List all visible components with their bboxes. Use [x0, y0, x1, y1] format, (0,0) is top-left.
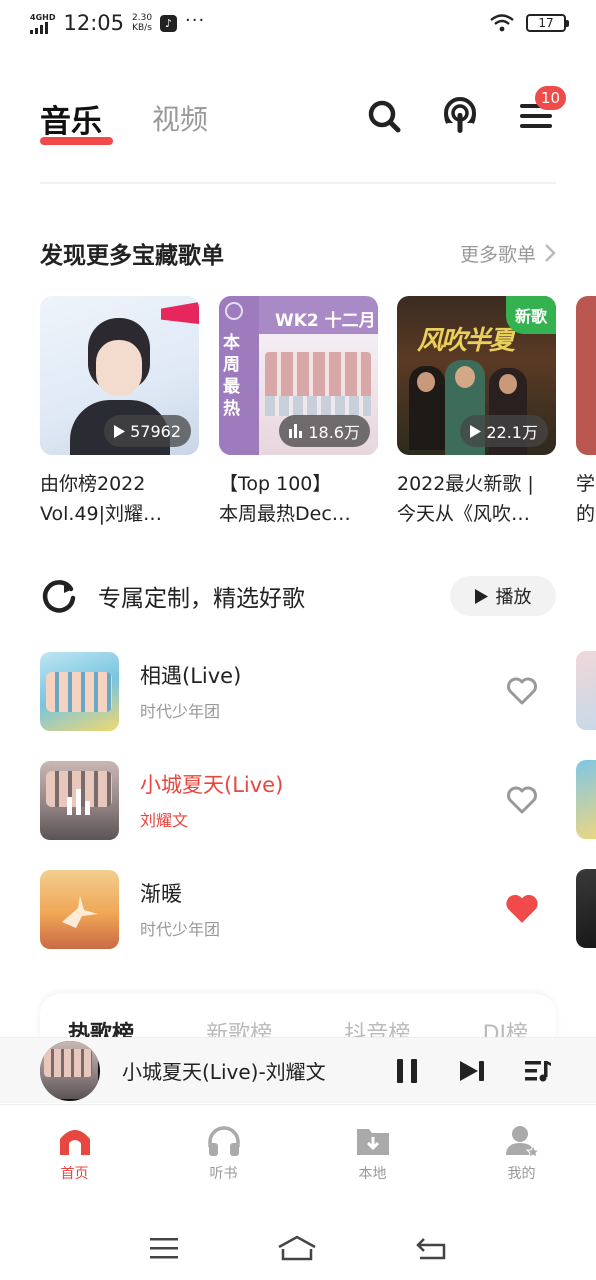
playlist-card[interactable]: 风吹半夏 新歌 22.1万 2022最火新歌 | 今天从《风吹…	[397, 296, 556, 529]
network-speed: 2.30 KB/s	[132, 13, 153, 33]
song-title: 小城夏天(Live)	[140, 773, 284, 797]
heart-outline-icon	[507, 677, 537, 705]
nav-audiobook[interactable]: 听书	[149, 1105, 298, 1204]
active-tab-indicator	[40, 137, 113, 145]
song-row-playing[interactable]: 小城夏天(Live) 刘耀文	[40, 760, 556, 840]
home-icon	[59, 1130, 90, 1155]
song-row[interactable]: 相遇(Live) 时代少年团	[40, 651, 556, 731]
podcast-icon	[444, 97, 476, 135]
menu-button[interactable]: 10	[516, 86, 566, 136]
header-divider	[40, 182, 556, 184]
status-bar: 4GHD 12:05 2.30 KB/s ♪ ··· 17	[0, 0, 596, 46]
listen-recognize-button[interactable]	[440, 96, 480, 136]
search-icon	[368, 100, 401, 133]
user-icon	[505, 1126, 540, 1157]
playlist-card[interactable]: 57962 由你榜2022 Vol.49|刘耀…	[40, 296, 199, 529]
play-icon	[474, 588, 488, 604]
song-cover	[40, 651, 119, 731]
pause-icon	[397, 1059, 417, 1083]
song-title: 渐暖	[140, 882, 182, 906]
song-cover-peek	[576, 869, 596, 948]
refresh-icon[interactable]	[40, 577, 78, 615]
pause-button[interactable]	[391, 1055, 423, 1087]
heart-filled-icon	[506, 894, 538, 923]
nav-local[interactable]: 本地	[298, 1105, 447, 1204]
discover-section-header: 发现更多宝藏歌单 更多歌单	[40, 236, 556, 270]
song-title: 相遇(Live)	[140, 664, 242, 688]
play-icon	[114, 424, 126, 438]
tab-video[interactable]: 视频	[152, 98, 208, 138]
search-button[interactable]	[364, 96, 404, 136]
tab-music[interactable]: 音乐	[40, 96, 102, 141]
like-button[interactable]	[502, 780, 542, 820]
cover-heading-text: WK2 十二月	[275, 311, 376, 331]
playlist-card[interactable]: 学 的	[576, 296, 596, 529]
headphones-icon	[207, 1126, 240, 1156]
next-button[interactable]	[456, 1055, 488, 1087]
song-cover	[40, 760, 119, 840]
play-all-button[interactable]: 播放	[450, 576, 556, 616]
playlist-title: 2022最火新歌 | 今天从《风吹…	[397, 473, 534, 525]
song-artist: 时代少年团	[140, 920, 221, 939]
clock: 12:05	[63, 11, 124, 35]
play-icon	[470, 424, 482, 438]
wifi-icon	[490, 14, 514, 32]
notification-badge: 10	[534, 86, 566, 110]
play-count-badge: 22.1万	[460, 415, 548, 447]
play-count-badge: 18.6万	[279, 415, 370, 447]
playlist-cover: 风吹半夏 新歌 22.1万	[397, 296, 556, 455]
playlist-cover	[576, 296, 596, 455]
playlist-card[interactable]: 本周最热 WK2 十二月 18.6万 【Top 100】 本周最热Dec…	[219, 296, 378, 529]
nav-profile[interactable]: 我的	[447, 1105, 596, 1204]
playlist-title: 学 的	[576, 473, 596, 525]
recent-apps-icon[interactable]	[149, 1237, 178, 1259]
chart-bars-icon	[289, 424, 303, 438]
section-title: 发现更多宝藏歌单	[40, 243, 224, 269]
bottom-navigation: 首页 听书 本地 我的	[0, 1104, 596, 1204]
tiktok-icon: ♪	[160, 14, 178, 32]
play-count-badge: 57962	[104, 415, 191, 447]
mini-player[interactable]: 小城夏天(Live)-刘耀文	[0, 1037, 596, 1103]
local-folder-icon	[356, 1129, 389, 1155]
song-cover-peek	[576, 760, 596, 839]
heart-outline-icon	[507, 786, 537, 814]
new-badge: 新歌	[506, 296, 556, 334]
custom-section-header: 专属定制，精选好歌 播放	[40, 574, 556, 618]
playlist-cover: 57962	[40, 296, 199, 455]
playing-bars-icon	[67, 788, 90, 815]
playlist-title: 由你榜2022 Vol.49|刘耀…	[40, 473, 163, 525]
like-button[interactable]	[502, 671, 542, 711]
song-row[interactable]: 渐暖 时代少年团	[40, 869, 556, 949]
song-cover	[40, 869, 119, 949]
now-playing-title: 小城夏天(Live)-刘耀文	[122, 1060, 326, 1084]
song-artist: 时代少年团	[140, 702, 221, 721]
playlist-cover: 本周最热 WK2 十二月 18.6万	[219, 296, 378, 455]
back-icon[interactable]	[416, 1236, 446, 1260]
battery-indicator: 17	[526, 14, 569, 32]
top-header: 音乐 视频 10	[0, 80, 596, 160]
more-playlists-link[interactable]: 更多歌单	[460, 240, 556, 267]
now-playing-cover[interactable]	[40, 1040, 100, 1101]
signal-icon	[30, 21, 48, 34]
playlist-carousel[interactable]: 57962 由你榜2022 Vol.49|刘耀… 本周最热 WK2 十二月 18…	[40, 296, 596, 536]
network-type: 4GHD	[30, 12, 56, 22]
song-artist: 刘耀文	[140, 811, 189, 830]
system-navigation	[0, 1218, 596, 1278]
system-home-icon[interactable]	[277, 1235, 317, 1261]
like-button-liked[interactable]	[502, 889, 542, 929]
song-cover-peek	[576, 651, 596, 730]
playlist-title: 【Top 100】 本周最热Dec…	[219, 473, 351, 525]
more-notifications-icon: ···	[185, 9, 206, 31]
queue-icon	[525, 1061, 551, 1082]
nav-home[interactable]: 首页	[0, 1105, 149, 1204]
next-track-icon	[460, 1061, 484, 1081]
section-title: 专属定制，精选好歌	[98, 586, 305, 612]
playlist-queue-button[interactable]	[522, 1055, 554, 1087]
cover-side-text: 本周最热	[223, 333, 240, 419]
chevron-right-icon	[545, 244, 556, 262]
